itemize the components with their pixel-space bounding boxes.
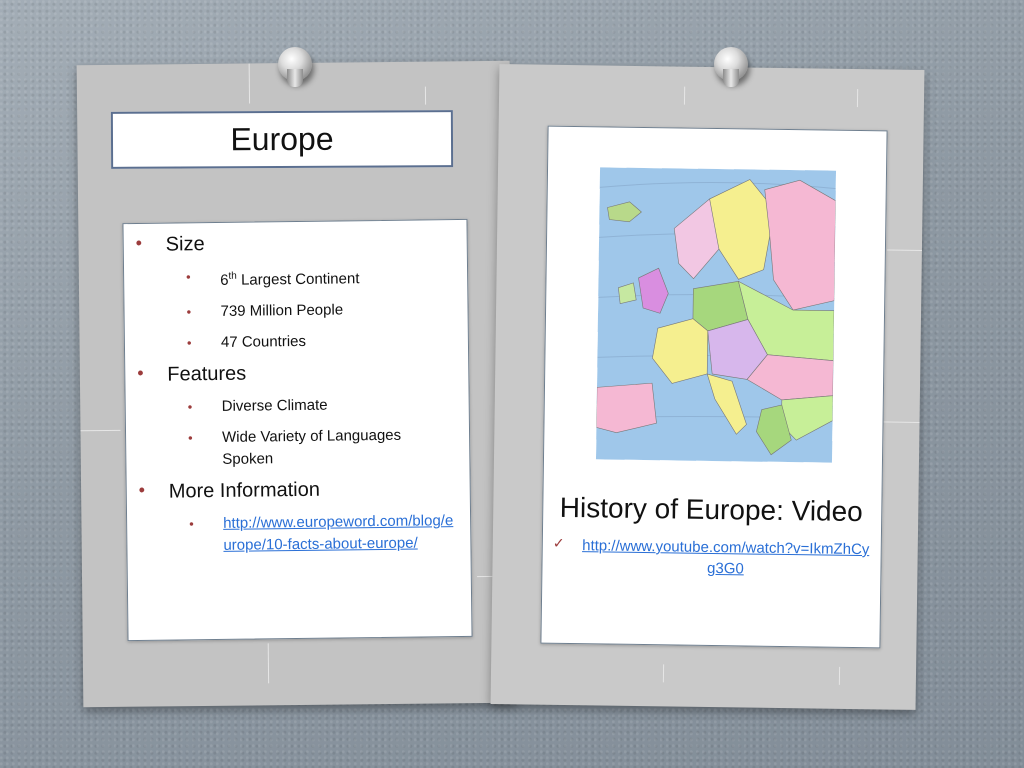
board-seam (683, 86, 686, 105)
europeword-link[interactable]: http://www.europeword.com/blog/europe/10… (223, 512, 453, 554)
youtube-link[interactable]: http://www.youtube.com/watch?v=IkmZhCyg3… (580, 535, 871, 581)
video-link-row: ✓ http://www.youtube.com/watch?v=IkmZhCy… (552, 535, 871, 581)
list-item: 47 Countries (137, 329, 460, 355)
board-seam (886, 249, 922, 251)
section-heading-more-information: More Information (139, 477, 462, 504)
page-title: Europe (230, 120, 334, 158)
check-icon: ✓ (552, 534, 565, 551)
bullet-list: Size 6th Largest Continent 739 Million P… (136, 230, 463, 567)
list-item: 6th Largest Continent (136, 263, 459, 293)
pushpin-icon (278, 47, 312, 87)
board-seam (248, 63, 251, 104)
pushpin-icon (714, 47, 748, 87)
board-seam (80, 429, 121, 432)
board-seam (838, 666, 841, 685)
board-seam (662, 664, 665, 683)
video-card: History of Europe: Video ✓ http://www.yo… (540, 125, 888, 649)
board-seam (424, 86, 427, 105)
europe-map-illustration (595, 167, 837, 463)
section-heading-size: Size (136, 230, 459, 257)
section-heading-features: Features (137, 360, 460, 387)
board-seam (267, 643, 270, 684)
list-item: http://www.europeword.com/blog/europe/10… (139, 510, 460, 558)
list-item: 739 Million People (136, 298, 459, 324)
list-item: Diverse Climate (138, 393, 461, 419)
list-item: Wide Variety of Languages Spoken (138, 425, 413, 472)
info-card: Size 6th Largest Continent 739 Million P… (122, 218, 473, 642)
title-box: Europe (110, 110, 454, 169)
board-seam (856, 89, 859, 108)
europe-map (595, 167, 837, 463)
video-heading: History of Europe: Video (559, 491, 863, 528)
